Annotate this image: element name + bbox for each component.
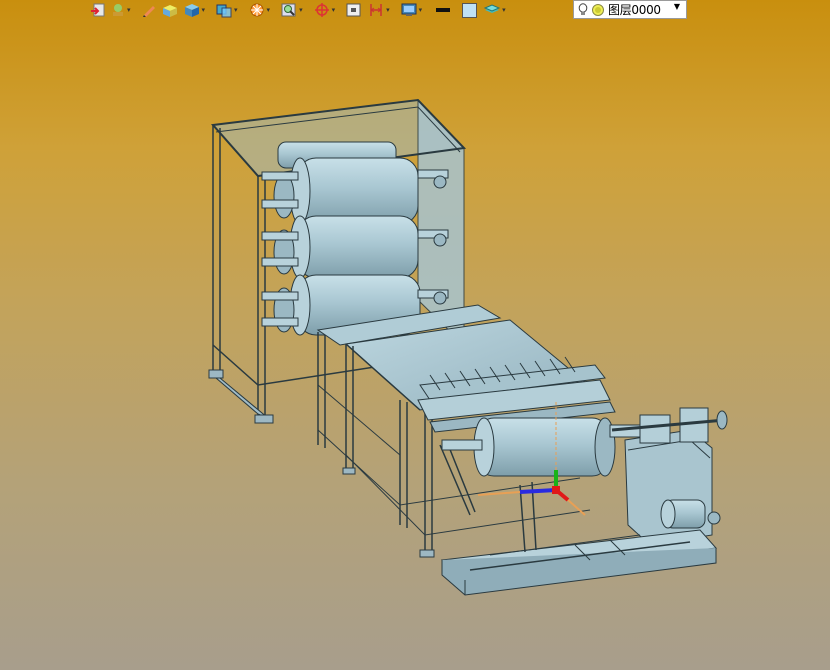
layers-icon bbox=[483, 4, 501, 13]
cad-toolbar: ▾ ▾ ▾ ▾ ▾ ▾ ▾ ▾ ▾ bbox=[90, 0, 516, 20]
view-cube-button[interactable]: ▾ bbox=[215, 0, 244, 20]
material-button[interactable]: ▾ bbox=[110, 0, 137, 20]
snap-icon bbox=[314, 3, 329, 17]
render-dropdown-caret[interactable]: ▾ bbox=[267, 0, 271, 20]
dimension-icon bbox=[370, 4, 382, 16]
frame-button[interactable] bbox=[345, 0, 363, 20]
zoom-fit-dropdown-caret[interactable]: ▾ bbox=[299, 0, 303, 20]
visibility-sun-icon[interactable] bbox=[591, 3, 605, 17]
monitor-dropdown-caret[interactable]: ▾ bbox=[419, 0, 423, 20]
render-button[interactable]: ▾ bbox=[248, 0, 277, 20]
import-button[interactable] bbox=[90, 0, 106, 20]
dimension-button[interactable]: ▾ bbox=[367, 0, 396, 20]
dimension-dropdown-caret[interactable]: ▾ bbox=[386, 0, 390, 20]
drive-unit bbox=[611, 407, 728, 546]
zoom-fit-button[interactable]: ▾ bbox=[280, 0, 309, 20]
view-cube-dropdown-caret[interactable]: ▾ bbox=[234, 0, 238, 20]
material-icon bbox=[113, 4, 123, 16]
layer-name: 图层0000 bbox=[608, 3, 661, 17]
layer-manager-button[interactable]: ▾ bbox=[483, 0, 512, 20]
import-icon bbox=[91, 3, 105, 17]
monitor-icon bbox=[401, 3, 417, 16]
fill-color-swatch[interactable] bbox=[462, 2, 478, 18]
box-shaded-dropdown-caret[interactable]: ▾ bbox=[202, 0, 206, 20]
box-shaded-button[interactable]: ▾ bbox=[183, 0, 212, 20]
layer-manager-dropdown-caret[interactable]: ▾ bbox=[502, 0, 506, 20]
line-color-swatch[interactable] bbox=[436, 8, 451, 12]
lightbulb-icon[interactable] bbox=[578, 2, 588, 17]
box-shaded-icon bbox=[184, 4, 199, 17]
frame-icon bbox=[346, 3, 361, 17]
3d-viewport[interactable] bbox=[0, 20, 830, 670]
layer-select[interactable]: 图层0000 ▼ bbox=[573, 0, 687, 19]
snap-dropdown-caret[interactable]: ▾ bbox=[332, 0, 336, 20]
view-cube-icon bbox=[216, 4, 232, 18]
box-flat-button[interactable] bbox=[161, 0, 179, 20]
monitor-button[interactable]: ▾ bbox=[400, 0, 429, 20]
zoom-fit-icon bbox=[281, 3, 296, 17]
layer-dropdown-arrow[interactable]: ▼ bbox=[674, 2, 680, 11]
material-dropdown-caret[interactable]: ▾ bbox=[127, 0, 131, 20]
pencil-button[interactable] bbox=[141, 0, 157, 20]
snap-button[interactable]: ▾ bbox=[313, 0, 342, 20]
box-flat-icon bbox=[162, 5, 177, 17]
render-icon bbox=[250, 3, 264, 17]
machine-model bbox=[208, 98, 728, 596]
pencil-icon bbox=[142, 6, 155, 17]
